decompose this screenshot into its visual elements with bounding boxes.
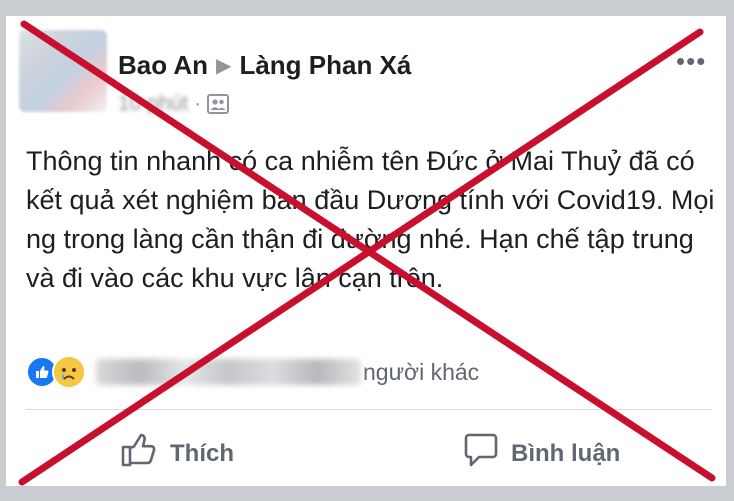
thumbs-up-icon — [120, 432, 170, 475]
group-name[interactable]: Làng Phan Xá — [239, 50, 411, 80]
post-time[interactable]: 10 phút — [118, 92, 188, 115]
group-audience-icon — [207, 92, 230, 115]
post-body-text: Thông tin nhanh có ca nhiễm tên Đức ở Ma… — [26, 146, 715, 293]
post-header: Bao An ▶ Làng Phan Xá — [118, 50, 411, 81]
author-name[interactable]: Bao An — [118, 50, 208, 80]
more-options-button[interactable]: ••• — [676, 46, 706, 77]
blurred-reactor-names — [96, 359, 361, 385]
comment-button[interactable]: Bình luận — [463, 432, 620, 475]
top-gap — [0, 0, 734, 16]
reactions-others-text: người khác — [363, 358, 480, 385]
author-avatar[interactable] — [19, 30, 107, 112]
comment-bubble-icon — [463, 432, 511, 475]
like-button-label: Thích — [170, 439, 234, 467]
comment-button-label: Bình luận — [511, 439, 621, 467]
sad-reaction-icon — [52, 355, 86, 389]
actions-divider — [26, 409, 712, 410]
separator-dot: · — [194, 92, 202, 115]
triangle-right-icon: ▶ — [216, 55, 232, 77]
reactions-summary[interactable]: người khác — [26, 355, 479, 389]
like-button[interactable]: Thích — [120, 432, 234, 475]
post-meta: 10 phút · — [118, 92, 230, 116]
